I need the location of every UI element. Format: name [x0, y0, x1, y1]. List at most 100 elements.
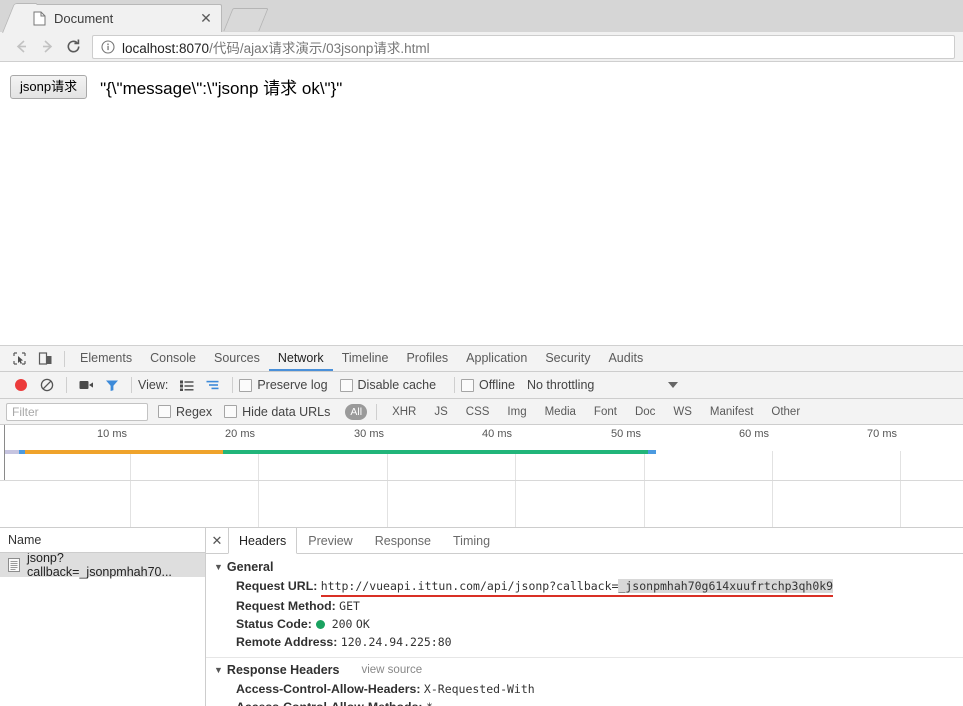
filter-type-other[interactable]: Other: [765, 405, 806, 419]
list-view-icon[interactable]: [174, 373, 200, 397]
name-column-header[interactable]: Name: [0, 528, 205, 553]
filter-type-css[interactable]: CSS: [460, 405, 496, 419]
request-url-value: http://vueapi.ittun.com/api/jsonp?callba…: [320, 577, 834, 597]
subtab-headers[interactable]: Headers: [228, 528, 298, 554]
browser-toolbar: localhost:8070/代码/ajax请求演示/03jsonp请求.htm…: [0, 32, 963, 62]
tab-timeline[interactable]: Timeline: [333, 346, 398, 371]
inspect-element-icon[interactable]: [6, 347, 32, 371]
table-row[interactable]: jsonp?callback=_jsonpmhah70...: [0, 553, 205, 579]
regex-label: Regex: [176, 404, 213, 419]
forward-arrow-icon[interactable]: [34, 34, 60, 60]
filter-type-ws[interactable]: WS: [667, 405, 698, 419]
view-source-link[interactable]: view source: [361, 664, 422, 676]
checkbox-box: [224, 405, 238, 418]
back-arrow-icon[interactable]: [8, 34, 34, 60]
close-icon[interactable]: ✕: [206, 528, 228, 553]
response-header-value: X-Requested-With: [423, 682, 535, 696]
tab-application[interactable]: Application: [457, 346, 536, 371]
record-button-icon[interactable]: [8, 373, 34, 397]
request-method-key: Request Method:: [236, 599, 336, 613]
network-overview[interactable]: 10 ms 20 ms 30 ms 40 ms 50 ms 60 ms 70 m…: [0, 425, 963, 481]
funnel-icon[interactable]: [99, 373, 125, 397]
overview-bar-end: [648, 450, 656, 454]
filter-type-img[interactable]: Img: [501, 405, 532, 419]
response-header-row: Access-Control-Allow-Headers: X-Requeste…: [214, 680, 963, 698]
toolbar-divider: [232, 377, 234, 393]
hide-data-urls-checkbox[interactable]: Hide data URLs: [224, 405, 330, 419]
waterfall-grid: [0, 481, 963, 528]
subtab-response[interactable]: Response: [364, 528, 442, 553]
filter-type-js[interactable]: JS: [428, 405, 453, 419]
tab-elements[interactable]: Elements: [71, 346, 141, 371]
clear-icon[interactable]: [34, 373, 60, 397]
preserve-log-checkbox[interactable]: Preserve log: [239, 378, 328, 392]
throttling-dropdown[interactable]: No throttling: [527, 378, 679, 392]
checkbox-box: [339, 378, 353, 392]
tab-sources[interactable]: Sources: [205, 346, 269, 371]
filter-type-all[interactable]: All: [345, 403, 368, 420]
jsonp-response-text: "{\"message\":\"jsonp 请求 ok\"}": [100, 79, 343, 98]
filter-type-doc[interactable]: Doc: [629, 405, 661, 419]
filter-type-xhr[interactable]: XHR: [386, 405, 422, 419]
offline-checkbox[interactable]: Offline: [461, 378, 515, 392]
request-method-row: Request Method: GET: [214, 597, 963, 615]
triangle-down-icon: ▼: [214, 562, 223, 572]
tab-title: Document: [54, 11, 114, 26]
close-icon[interactable]: ✕: [197, 10, 215, 28]
tab-profiles[interactable]: Profiles: [397, 346, 457, 371]
page-content-row: jsonp请求 "{\"message\":\"jsonp 请求 ok\"}": [10, 74, 953, 99]
remote-address-row: Remote Address: 120.24.94.225:80: [214, 633, 963, 651]
response-header-value: *: [426, 700, 433, 706]
regex-checkbox[interactable]: Regex: [158, 405, 212, 419]
timeline-tick: 40 ms: [482, 428, 512, 440]
chevron-down-icon: [668, 382, 679, 388]
filter-type-manifest[interactable]: Manifest: [704, 405, 759, 419]
reload-icon[interactable]: [60, 34, 86, 60]
browser-window: Document ✕ localhost:8070/代码/ajax请求演示/03…: [0, 0, 963, 706]
toolbar-divider: [64, 350, 65, 367]
general-section-header[interactable]: ▼ General: [214, 560, 963, 574]
camera-icon[interactable]: [73, 373, 99, 397]
toolbar-divider: [376, 403, 378, 420]
status-code-key: Status Code:: [236, 617, 312, 631]
address-bar[interactable]: localhost:8070/代码/ajax请求演示/03jsonp请求.htm…: [92, 34, 955, 59]
device-toolbar-icon[interactable]: [32, 347, 58, 371]
filter-input[interactable]: [6, 402, 148, 421]
checkbox-box: [239, 378, 253, 392]
tab-strip: Document ✕: [0, 0, 963, 32]
subtab-timing[interactable]: Timing: [442, 528, 501, 553]
browser-tab[interactable]: Document ✕: [22, 4, 222, 32]
info-circle-icon[interactable]: [101, 39, 115, 54]
address-bar-text: localhost:8070/代码/ajax请求演示/03jsonp请求.htm…: [122, 37, 430, 57]
waterfall-view-icon[interactable]: [200, 373, 226, 397]
subtab-preview[interactable]: Preview: [297, 528, 363, 553]
response-header-row: Access-Control-Allow-Methods: *: [214, 698, 963, 706]
response-headers-section-header[interactable]: ▼ Response Headers view source: [214, 663, 963, 677]
jsonp-request-button[interactable]: jsonp请求: [10, 74, 88, 99]
filter-type-media[interactable]: Media: [539, 405, 582, 419]
request-name: jsonp?callback=_jsonpmhah70...: [27, 553, 172, 579]
toolbar-divider: [66, 377, 67, 393]
request-url-callback: _jsonpmhah70g614xuufrtchp3qh0k9: [618, 579, 834, 593]
status-code-value: 200: [331, 617, 353, 631]
devtools-panel: Elements Console Sources Network Timelin…: [0, 346, 963, 706]
tab-console[interactable]: Console: [141, 346, 205, 371]
status-code-row: Status Code: 200 OK: [214, 615, 963, 633]
new-tab-button[interactable]: [223, 8, 269, 31]
filter-type-font[interactable]: Font: [588, 405, 623, 419]
request-method-value: GET: [339, 599, 360, 613]
general-section-title: General: [226, 560, 274, 574]
preserve-log-label: Preserve log: [257, 378, 328, 392]
tab-security[interactable]: Security: [536, 346, 599, 371]
document-icon: [8, 558, 20, 572]
disable-cache-checkbox[interactable]: Disable cache: [339, 378, 436, 392]
tab-audits[interactable]: Audits: [599, 346, 652, 371]
devtools-tabbar: Elements Console Sources Network Timelin…: [0, 346, 963, 372]
toolbar-divider: [131, 377, 132, 393]
hide-data-urls-label: Hide data URLs: [242, 404, 331, 419]
tab-network[interactable]: Network: [269, 346, 333, 371]
status-code-text: OK: [355, 617, 370, 631]
section-divider: [206, 657, 963, 658]
remote-address-key: Remote Address:: [236, 635, 338, 649]
timeline-tick: 50 ms: [611, 428, 641, 440]
